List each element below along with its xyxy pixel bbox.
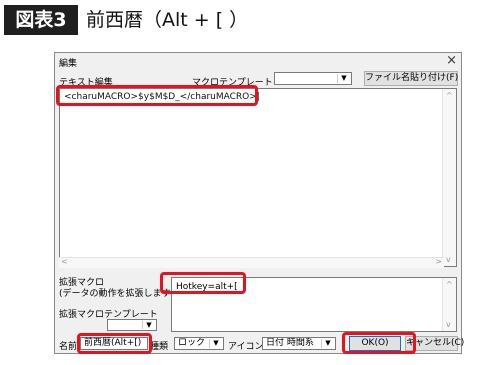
ext-template-select[interactable]: ▼ xyxy=(107,319,157,331)
ext-macro-sublabel: (データの動作を拡張します) xyxy=(59,289,175,299)
ext-scroll-up-icon[interactable]: ^ xyxy=(446,280,453,289)
highlight-ok xyxy=(342,332,416,354)
chevron-down-icon[interactable]: ▼ xyxy=(209,339,222,348)
figure-badge: 図表3 xyxy=(4,5,78,35)
scroll-up-icon[interactable]: ^ xyxy=(446,91,453,100)
scroll-right-icon[interactable]: > xyxy=(435,257,442,266)
scroll-down-icon[interactable]: v xyxy=(446,255,451,264)
highlight-name xyxy=(77,333,152,354)
close-icon[interactable]: × xyxy=(446,53,457,69)
chevron-down-icon[interactable]: ▼ xyxy=(321,339,334,348)
chevron-down-icon[interactable]: ▼ xyxy=(142,321,155,329)
icon-select[interactable]: 日付 時間系 ▼ xyxy=(262,337,336,350)
ext-scroll-down-icon[interactable]: v xyxy=(446,320,451,329)
macro-template-select[interactable]: ▼ xyxy=(274,72,352,85)
highlight-editor-text xyxy=(56,85,258,106)
figure-title: 前西暦（Alt + [ ） xyxy=(86,9,249,31)
type-select[interactable]: ロック ▼ xyxy=(174,337,224,350)
text-editor[interactable]: <charuMACRO>$y$M$D_</charuMACRO>| ^ v xyxy=(59,88,457,267)
chevron-down-icon[interactable]: ▼ xyxy=(337,74,350,83)
scroll-left-icon[interactable]: < xyxy=(61,257,68,266)
highlight-hotkey xyxy=(160,272,246,294)
ext-macro-vscrollbar[interactable]: ^ v xyxy=(442,278,456,331)
dialog-title: 編集 xyxy=(59,59,78,69)
type-label: 種類 xyxy=(150,342,169,352)
editor-hscrollbar[interactable]: < > xyxy=(59,257,444,268)
name-label: 名前 xyxy=(59,342,78,352)
paste-filename-button[interactable]: ファイル名貼り付け(F) xyxy=(364,71,458,86)
editor-vscrollbar[interactable]: ^ v xyxy=(442,89,456,266)
icon-label: アイコン xyxy=(228,342,264,352)
